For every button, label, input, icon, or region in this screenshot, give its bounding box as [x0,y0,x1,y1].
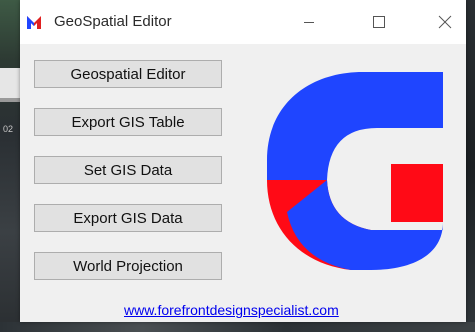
geospatial-editor-button[interactable]: Geospatial Editor [34,60,222,88]
world-projection-button[interactable]: World Projection [34,252,222,280]
close-button[interactable] [422,0,468,44]
app-window: GeoSpatial Editor Geospatial Editor Expo… [20,0,466,322]
title-bar[interactable]: GeoSpatial Editor [20,0,466,44]
desktop-background-text: 02 [3,124,14,134]
desktop-background-divider [0,98,20,102]
desktop-background-panel [0,68,20,98]
maximize-icon [373,16,385,28]
desktop-background-bottom [0,322,475,332]
website-link[interactable]: www.forefrontdesignspecialist.com [124,302,339,318]
minimize-button[interactable] [286,0,332,44]
client-area: Geospatial Editor Export GIS Table Set G… [20,44,466,322]
desktop-background-right [466,0,475,332]
g-logo-icon [267,72,443,270]
close-icon [438,15,452,29]
m-logo-icon [26,14,42,30]
desktop-background-left [0,0,20,332]
window-title: GeoSpatial Editor [54,13,172,30]
minimize-icon [304,22,314,23]
export-gis-table-button[interactable]: Export GIS Table [34,108,222,136]
export-gis-data-button[interactable]: Export GIS Data [34,204,222,232]
maximize-button[interactable] [356,0,402,44]
set-gis-data-button[interactable]: Set GIS Data [34,156,222,184]
